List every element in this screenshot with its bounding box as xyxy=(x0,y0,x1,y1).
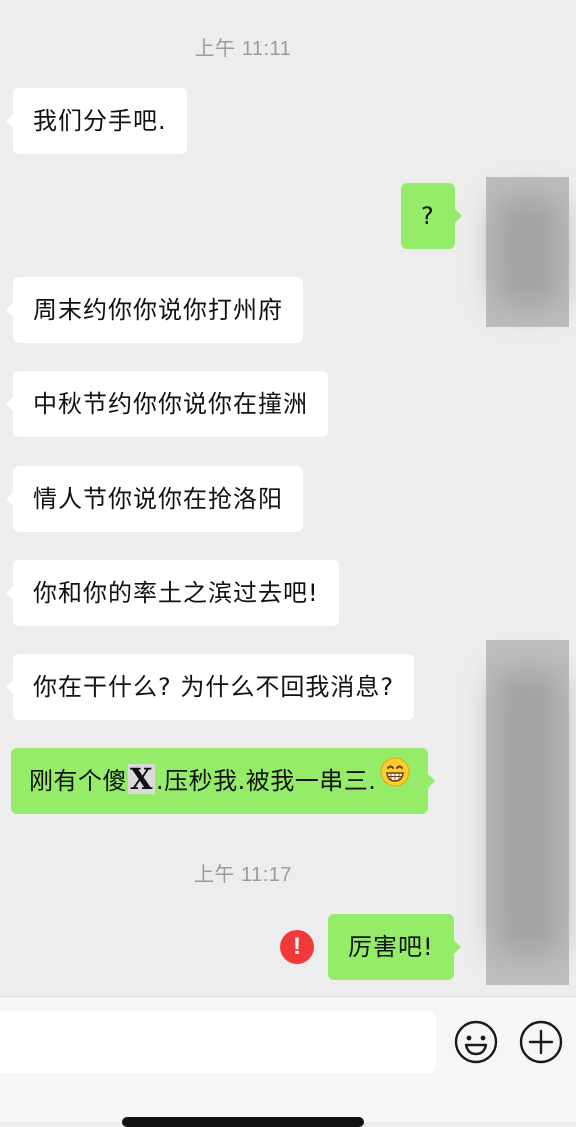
timestamp: 上午 11:11 xyxy=(194,38,292,60)
message-text-part: 刚有个傻 xyxy=(29,767,127,795)
message-text-part: .压秒我.被我一串三. xyxy=(156,767,377,795)
message-input[interactable] xyxy=(0,1011,436,1073)
censored-mark: X xyxy=(128,762,156,796)
incoming-message[interactable]: 中秋节约你你说你在撞洲 xyxy=(6,371,328,437)
send-failed-icon[interactable]: ! xyxy=(280,930,314,964)
incoming-message[interactable]: 我们分手吧. xyxy=(6,88,187,154)
outgoing-message[interactable]: 刚有个傻 X .压秒我.被我一串三. xyxy=(11,746,436,814)
incoming-message[interactable]: 情人节你说你在抢洛阳 xyxy=(6,466,303,532)
input-bar xyxy=(0,996,576,1122)
home-indicator xyxy=(122,1117,364,1127)
grinning-face-icon xyxy=(380,746,410,812)
timestamp: 上午 11:17 xyxy=(193,864,293,886)
emoji-icon[interactable] xyxy=(453,1019,499,1065)
avatar[interactable] xyxy=(486,640,569,985)
incoming-message[interactable]: 你在干什么? 为什么不回我消息? xyxy=(5,654,415,720)
plus-icon[interactable] xyxy=(518,1019,564,1065)
outgoing-message[interactable]: 厉害吧! xyxy=(328,914,461,980)
outgoing-message[interactable]: ? xyxy=(401,183,462,249)
incoming-message[interactable]: 周末约你你说你打州府 xyxy=(6,277,303,343)
incoming-message[interactable]: 你和你的率土之滨过去吧! xyxy=(6,560,339,626)
avatar[interactable] xyxy=(486,177,569,327)
